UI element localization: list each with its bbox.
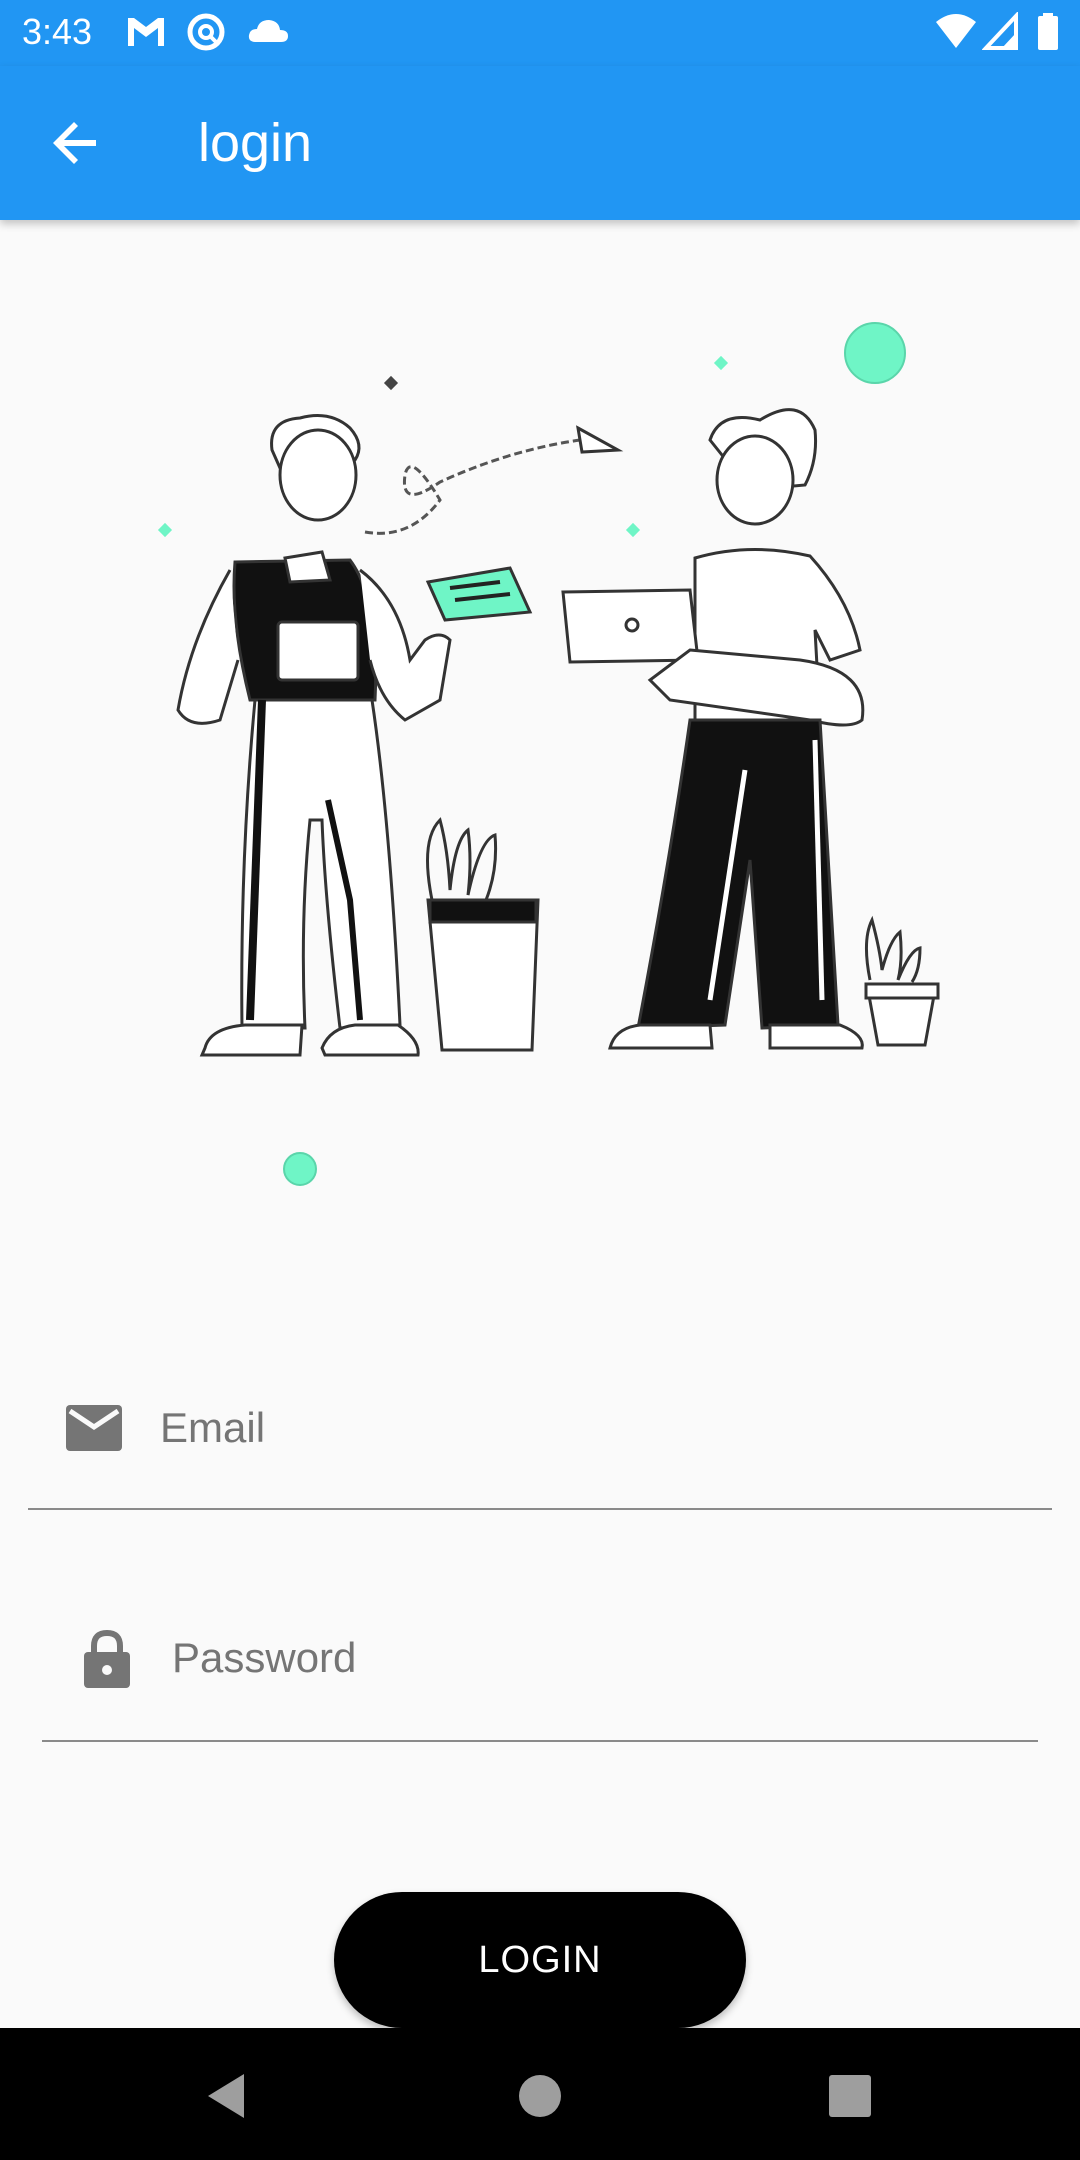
app-bar: login [0, 66, 1080, 220]
password-field[interactable]: Password [0, 1620, 1080, 1742]
recents-square-icon[interactable] [820, 2066, 880, 2126]
wifi-icon [936, 14, 976, 48]
sync-icon [187, 13, 225, 51]
mail-icon [66, 1405, 122, 1451]
status-time: 3:43 [22, 11, 93, 52]
gmail-icon [128, 18, 164, 46]
battery-icon [1038, 13, 1058, 50]
email-placeholder: Email [160, 1404, 266, 1451]
arrow-back-icon [53, 122, 96, 164]
people-illustration [157, 322, 940, 1186]
password-placeholder: Password [172, 1634, 357, 1681]
cloud-icon [248, 20, 288, 42]
page-title: login [198, 113, 313, 173]
status-bar: 3:43 [0, 0, 1080, 66]
home-circle-icon[interactable] [510, 2066, 570, 2126]
back-button[interactable] [34, 111, 118, 175]
email-underline [28, 1508, 1052, 1510]
login-button[interactable]: LOGIN [334, 1892, 746, 2028]
password-underline [42, 1740, 1038, 1742]
lock-icon [84, 1630, 130, 1688]
email-field[interactable]: Email [0, 1390, 1080, 1510]
cell-signal-icon [982, 12, 1018, 50]
back-triangle-icon[interactable] [196, 2066, 256, 2126]
navigation-bar [0, 2028, 1080, 2160]
